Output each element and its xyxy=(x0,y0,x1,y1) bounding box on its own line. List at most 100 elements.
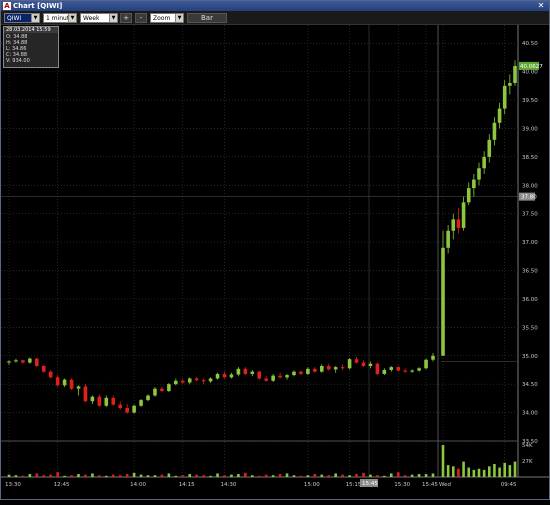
crosshair-price-label: 37.80 xyxy=(521,195,537,201)
volume-bar xyxy=(513,461,517,477)
volume-bar xyxy=(462,461,465,477)
app-logo-icon: A xyxy=(3,2,11,10)
volume-bar xyxy=(320,474,324,477)
tooltip-volume: V: 934.00 xyxy=(6,58,30,64)
y-tick-label: 40.00 xyxy=(522,70,538,76)
candle-body xyxy=(139,400,143,406)
period-select[interactable]: Week ▼ xyxy=(80,13,118,23)
volume-bar xyxy=(223,475,226,477)
candle-body xyxy=(83,386,88,402)
candle-body xyxy=(229,374,234,378)
volume-bar xyxy=(306,475,310,477)
candle-body xyxy=(264,378,268,381)
volume-bar xyxy=(472,469,476,477)
candle-body xyxy=(477,168,481,180)
price-chart[interactable]: 33.5034.0034.5035.0035.5036.0036.5037.00… xyxy=(1,25,549,501)
volume-bar xyxy=(467,467,471,477)
volume-bar xyxy=(292,475,296,477)
x-tick-label: 15:15 xyxy=(346,482,362,488)
interval-select[interactable]: 1 minute ▼ xyxy=(43,13,77,23)
volume-bar xyxy=(250,475,254,477)
volume-bar xyxy=(376,475,379,477)
volume-bar xyxy=(508,465,512,477)
volume-bar xyxy=(28,474,32,477)
zoom-select[interactable]: Zoom ▼ xyxy=(150,13,184,23)
y-tick-label: 34.00 xyxy=(522,411,538,417)
candle-body xyxy=(319,365,324,372)
close-icon[interactable]: ✕ xyxy=(536,1,546,11)
volume-bar xyxy=(56,472,59,477)
candle-body xyxy=(90,396,95,402)
volume-bar xyxy=(313,474,317,477)
candle-body xyxy=(292,371,296,376)
candle-body xyxy=(431,355,435,360)
volume-bar xyxy=(341,474,344,477)
volume-bar xyxy=(264,474,268,477)
x-tick-label: 14:00 xyxy=(130,482,146,488)
y-tick-label: 38.50 xyxy=(522,155,538,161)
volume-bar xyxy=(271,475,275,477)
candle-body xyxy=(35,358,39,366)
chart-type-button[interactable]: Bar xyxy=(187,13,227,23)
volume-tick-label: 54K xyxy=(522,443,533,449)
chevron-down-icon[interactable]: ▼ xyxy=(31,14,39,22)
volume-bar xyxy=(498,467,501,477)
volume-bar xyxy=(132,472,136,477)
volume-bar xyxy=(503,462,507,477)
volume-bar xyxy=(105,475,108,477)
zoom-out-button[interactable]: - xyxy=(135,13,147,23)
candle-body xyxy=(153,388,157,396)
zoom-in-button[interactable]: + xyxy=(120,13,132,23)
y-tick-label: 35.50 xyxy=(522,325,538,331)
volume-bar xyxy=(477,468,481,477)
candle-body xyxy=(285,375,289,378)
volume-bar xyxy=(160,474,164,477)
x-tick-label: 14:15 xyxy=(179,482,195,488)
candle-body xyxy=(347,359,352,369)
volume-bar xyxy=(383,475,386,477)
candle-body xyxy=(111,397,116,405)
volume-bar xyxy=(424,474,428,477)
candle-body xyxy=(482,156,486,169)
volume-bar xyxy=(91,473,94,477)
chevron-down-icon[interactable]: ▼ xyxy=(109,14,117,22)
candle-body xyxy=(187,378,192,383)
symbol-select[interactable]: QIWI ▼ xyxy=(4,13,40,23)
candle-body xyxy=(382,369,387,374)
volume-bar xyxy=(174,475,178,477)
candle-body xyxy=(361,362,366,366)
volume-bar xyxy=(181,475,185,477)
candle-body xyxy=(55,377,60,386)
title-bar: A Chart [QIWI] ✕ xyxy=(1,1,549,11)
y-tick-label: 39.50 xyxy=(522,98,538,104)
chart-area[interactable]: 33.50 34.00 34.50 35.00 35.50 36.00 36.50 37.00… xyxy=(1,25,549,501)
volume-bar xyxy=(299,475,303,477)
volume-bar xyxy=(451,466,455,477)
candle-body xyxy=(472,179,476,189)
chevron-down-icon[interactable]: ▼ xyxy=(68,14,76,22)
volume-tick-label: 27K xyxy=(522,459,533,465)
candle-body xyxy=(160,388,164,391)
chevron-down-icon[interactable]: ▼ xyxy=(175,14,183,22)
volume-bar xyxy=(167,473,171,477)
candle-body xyxy=(375,363,380,374)
candle-body xyxy=(174,380,178,385)
candle-body xyxy=(76,386,81,389)
volume-bar xyxy=(77,474,80,477)
candle-body xyxy=(306,368,310,374)
candle-body xyxy=(410,370,414,372)
volume-bar xyxy=(417,474,421,477)
x-tick-label: 15:00 xyxy=(304,482,320,488)
y-tick-label: 40.50 xyxy=(522,41,538,47)
y-tick-label: 37.00 xyxy=(522,240,538,246)
volume-bar xyxy=(216,473,219,477)
volume-bar xyxy=(49,474,53,477)
candle-body xyxy=(194,378,199,381)
y-tick-label: 36.00 xyxy=(522,297,538,303)
y-tick-label: 36.50 xyxy=(522,269,538,275)
candle-body xyxy=(14,360,18,362)
volume-bar xyxy=(334,473,337,477)
candle-body xyxy=(236,368,241,375)
volume-bar xyxy=(63,475,66,477)
candle-body xyxy=(132,405,136,413)
